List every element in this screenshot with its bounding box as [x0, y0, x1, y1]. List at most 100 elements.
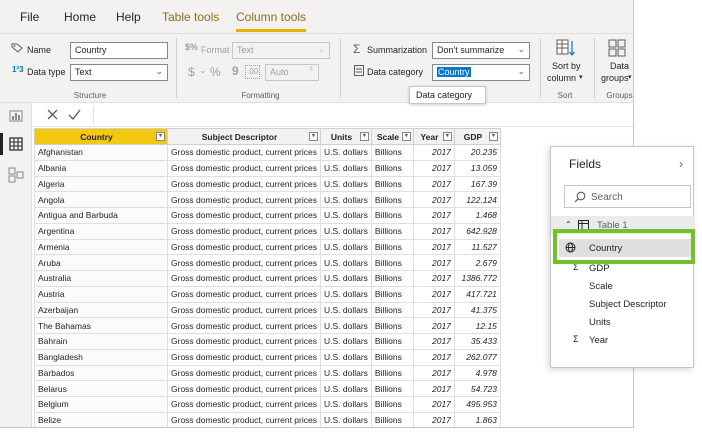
table-cell[interactable]: Azerbaijan [34, 301, 168, 319]
table-cell[interactable]: 2017 [412, 207, 455, 224]
table-cell[interactable]: Billions [370, 238, 414, 256]
data-category-dropdown[interactable]: Country ⌄ [432, 64, 530, 81]
summarization-dropdown[interactable]: Don't summarize ⌄ [432, 42, 530, 59]
table-cell[interactable]: Billions [370, 301, 414, 319]
table-cell[interactable]: Gross domestic product, current prices [167, 301, 321, 319]
table-cell[interactable]: 122.124 [453, 191, 501, 208]
table-cell[interactable]: Gross domestic product, current prices [167, 238, 321, 256]
filter-dropdown-icon[interactable]: ▾ [308, 132, 318, 141]
column-header[interactable]: Units ▾ [319, 128, 372, 145]
table-cell[interactable]: Billions [370, 285, 414, 303]
table-cell[interactable]: Aruba [34, 254, 168, 271]
table-cell[interactable]: 2017 [412, 380, 455, 397]
table-cell[interactable]: 2017 [412, 238, 455, 256]
model-view-icon[interactable] [7, 167, 25, 183]
table-cell[interactable]: Billions [370, 222, 414, 240]
table-cell[interactable]: 2017 [412, 191, 455, 208]
sort-label-1[interactable]: Sort by [552, 61, 581, 71]
table-cell[interactable]: Algeria [34, 175, 168, 193]
tab-home[interactable]: Home [64, 10, 96, 24]
table-cell[interactable]: U.S. dollars [319, 348, 372, 366]
tab-help[interactable]: Help [116, 10, 141, 24]
table-cell[interactable]: Belarus [34, 380, 168, 397]
table-cell[interactable]: 41.375 [453, 301, 501, 319]
table-cell[interactable]: Afghanistan [34, 144, 168, 161]
table-cell[interactable]: Angola [34, 191, 168, 208]
table-cell[interactable]: U.S. dollars [319, 285, 372, 303]
tab-table-tools[interactable]: Table tools [162, 10, 219, 24]
column-header[interactable]: Year ▾ [412, 128, 455, 145]
table-cell[interactable]: Antigua and Barbuda [34, 207, 168, 224]
table-cell[interactable]: U.S. dollars [319, 364, 372, 382]
table-cell[interactable]: 2017 [412, 159, 455, 177]
table-cell[interactable]: U.S. dollars [319, 380, 372, 397]
table-cell[interactable]: Bangladesh [34, 348, 168, 366]
table-cell[interactable]: Billions [370, 364, 414, 382]
table-cell[interactable]: Austria [34, 285, 168, 303]
column-header[interactable]: Subject Descriptor ▾ [167, 128, 321, 145]
table-cell[interactable]: Gross domestic product, current prices [167, 191, 321, 208]
table-cell[interactable]: Bahrain [34, 333, 168, 350]
table-cell[interactable]: 2017 [412, 285, 455, 303]
groups-label-1[interactable]: Data [610, 61, 629, 71]
table-cell[interactable]: Belize [34, 411, 168, 427]
filter-dropdown-icon[interactable]: ▾ [401, 132, 411, 141]
field-item-units[interactable]: Units [589, 317, 611, 328]
table-cell[interactable]: Billions [370, 159, 414, 177]
field-item-gdp[interactable]: GDP [589, 263, 610, 274]
fields-search-box[interactable]: Search [564, 185, 691, 208]
table-cell[interactable]: U.S. dollars [319, 159, 372, 177]
table-cell[interactable]: U.S. dollars [319, 238, 372, 256]
column-header[interactable]: Country ▾ [34, 128, 168, 145]
close-icon[interactable] [47, 109, 58, 120]
table-cell[interactable]: 167.39 [453, 175, 501, 193]
table-cell[interactable]: U.S. dollars [319, 175, 372, 193]
table-cell[interactable]: 2017 [412, 175, 455, 193]
table-cell[interactable]: Gross domestic product, current prices [167, 364, 321, 382]
currency-button[interactable]: $ [188, 65, 195, 79]
table-cell[interactable]: Billions [370, 348, 414, 366]
table-cell[interactable]: 2017 [412, 222, 455, 240]
table-cell[interactable]: Gross domestic product, current prices [167, 380, 321, 397]
table-cell[interactable]: Gross domestic product, current prices [167, 285, 321, 303]
comma-button[interactable]: 9 [232, 64, 239, 78]
filter-dropdown-icon[interactable]: ▾ [359, 132, 369, 141]
table-cell[interactable]: 2017 [412, 333, 455, 350]
report-view-icon[interactable] [7, 109, 25, 125]
table-cell[interactable]: 2017 [412, 270, 455, 287]
table-cell[interactable]: Gross domestic product, current prices [167, 222, 321, 240]
table-cell[interactable]: Billions [370, 411, 414, 427]
table-cell[interactable]: The Bahamas [34, 317, 168, 334]
column-header[interactable]: Scale ▾ [370, 128, 414, 145]
sort-label-2[interactable]: column [547, 73, 576, 83]
table-cell[interactable]: Argentina [34, 222, 168, 240]
name-input[interactable]: Country [70, 42, 168, 59]
table-cell[interactable]: 2017 [412, 348, 455, 366]
table-cell[interactable]: Gross domestic product, current prices [167, 270, 321, 287]
filter-dropdown-icon[interactable]: ▾ [442, 132, 452, 141]
table-cell[interactable]: Gross domestic product, current prices [167, 159, 321, 177]
decimal-icon[interactable]: .00 [245, 65, 261, 79]
table-cell[interactable]: Billions [370, 333, 414, 350]
table-cell[interactable]: U.S. dollars [319, 301, 372, 319]
table-cell[interactable]: U.S. dollars [319, 396, 372, 413]
table-cell[interactable]: 495.953 [453, 396, 501, 413]
table-cell[interactable]: Gross domestic product, current prices [167, 254, 321, 271]
table-cell[interactable]: U.S. dollars [319, 191, 372, 208]
table-cell[interactable]: 1.468 [453, 207, 501, 224]
table-cell[interactable]: Armenia [34, 238, 168, 256]
groups-label-2[interactable]: groups [601, 73, 629, 83]
data-view-icon[interactable] [7, 137, 25, 153]
table-cell[interactable]: Billions [370, 191, 414, 208]
table-cell[interactable]: Barbados [34, 364, 168, 382]
table-cell[interactable]: U.S. dollars [319, 222, 372, 240]
table-cell[interactable]: 2017 [412, 317, 455, 334]
table-cell[interactable]: Gross domestic product, current prices [167, 207, 321, 224]
table-cell[interactable]: Billions [370, 380, 414, 397]
table-cell[interactable]: 2017 [412, 396, 455, 413]
table-cell[interactable]: Gross domestic product, current prices [167, 411, 321, 427]
table-cell[interactable]: 2017 [412, 411, 455, 427]
stepper-icon[interactable]: ⇕ [308, 65, 314, 73]
collapse-pane-icon[interactable]: › [679, 157, 683, 171]
chevron-up-icon[interactable]: ⌃ [565, 220, 572, 229]
